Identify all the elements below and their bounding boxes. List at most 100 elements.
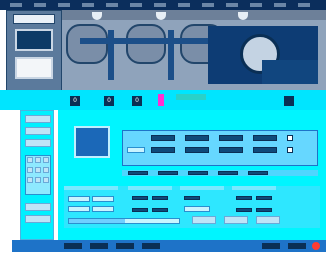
station-label-1: 0 [73,97,77,104]
process-diagram [62,10,326,90]
main-control-panel [58,110,326,240]
menu-item-10[interactable] [226,3,238,7]
station-label-2: 0 [107,97,111,104]
input-3[interactable] [68,206,90,212]
station-label-3: 0 [135,97,139,104]
nav-button-3[interactable] [25,139,51,147]
preview-image [74,126,110,158]
alarm-icon[interactable] [312,242,320,250]
keypad-key-6[interactable] [43,167,49,173]
param-pill-1[interactable] [127,147,145,153]
input-1[interactable] [68,196,90,202]
keypad-key-7[interactable] [27,177,33,183]
param-lcd-7[interactable] [219,147,243,153]
lower-controls [64,186,320,228]
action-button-1[interactable] [192,216,216,224]
menu-item-3[interactable] [58,3,70,7]
value-6[interactable] [236,196,252,200]
menu-item-12[interactable] [274,3,286,7]
param-lcd-8[interactable] [253,147,277,153]
alarm-marker [158,94,164,106]
input-5[interactable] [184,206,210,212]
menu-item-9[interactable] [202,3,214,7]
right-toggle-2[interactable] [287,147,293,153]
panel-screen-1 [15,29,53,51]
keypad-key-4[interactable] [27,167,33,173]
menu-item-7[interactable] [154,3,166,7]
right-toggle-1[interactable] [287,135,293,141]
menu-item-8[interactable] [178,3,190,7]
station-indicator-1[interactable]: 0 [70,96,80,106]
value-3[interactable] [132,208,148,212]
control-block [122,130,318,166]
status-item-4[interactable] [142,243,160,249]
status-caption [176,94,206,100]
menu-item-13[interactable] [298,3,310,7]
input-4[interactable] [92,206,114,212]
menu-item-4[interactable] [82,3,94,7]
progress-label [71,219,111,223]
param-lcd-3[interactable] [219,135,243,141]
section-header-1 [64,186,118,190]
keypad-key-9[interactable] [43,177,49,183]
station-strip: 0 0 0 [0,90,326,110]
value-1[interactable] [132,196,148,200]
station-indicator-2[interactable]: 0 [104,96,114,106]
station-indicator-3[interactable]: 0 [132,96,142,106]
pipe-vertical-1 [108,30,114,80]
machine-base [262,60,318,84]
section-header-2 [128,186,172,190]
param-lcd-6[interactable] [185,147,209,153]
status-text [16,244,56,248]
action-button-2[interactable] [224,216,248,224]
action-button-3[interactable] [256,216,280,224]
value-7[interactable] [256,196,272,200]
menu-item-5[interactable] [106,3,118,7]
keypad-key-5[interactable] [35,167,41,173]
nav-button-1[interactable] [25,115,51,123]
menu-item-2[interactable] [34,3,46,7]
menu-item-11[interactable] [250,3,262,7]
nav-button-2[interactable] [25,127,51,135]
right-station-indicator[interactable] [284,96,294,106]
left-instrument-panel [6,10,62,94]
value-5[interactable] [184,196,200,200]
value-4[interactable] [152,208,168,212]
value-8[interactable] [236,208,252,212]
section-header-4 [232,186,276,190]
setpoint-lcd-2[interactable] [158,171,178,175]
top-menu-bar [0,0,326,10]
value-2[interactable] [152,196,168,200]
setpoint-lcd-3[interactable] [188,171,208,175]
menu-item-6[interactable] [130,3,142,7]
progress-track [68,218,180,224]
status-item-2[interactable] [90,243,108,249]
setpoint-row [122,170,318,176]
nav-button-4[interactable] [25,203,51,211]
keypad-key-2[interactable] [35,157,41,163]
section-header-3 [180,186,224,190]
status-bar [12,240,326,252]
param-lcd-1[interactable] [151,135,175,141]
status-item-1[interactable] [64,243,82,249]
keypad-key-3[interactable] [43,157,49,163]
param-lcd-4[interactable] [253,135,277,141]
setpoint-lcd-1[interactable] [128,171,148,175]
tank-center-left [126,24,166,64]
input-2[interactable] [92,196,114,202]
status-item-5[interactable] [262,243,280,249]
param-lcd-2[interactable] [185,135,209,141]
pipe-vertical-2 [168,30,174,80]
param-lcd-5[interactable] [151,147,175,153]
setpoint-lcd-4[interactable] [218,171,238,175]
tank-left [66,24,108,64]
setpoint-lcd-5[interactable] [248,171,268,175]
nav-button-5[interactable] [25,215,51,223]
panel-screen-2 [15,57,53,79]
keypad-key-1[interactable] [27,157,33,163]
menu-item-1[interactable] [10,3,22,7]
keypad-key-8[interactable] [35,177,41,183]
status-item-3[interactable] [116,243,134,249]
value-9[interactable] [256,208,272,212]
status-item-6[interactable] [288,243,306,249]
